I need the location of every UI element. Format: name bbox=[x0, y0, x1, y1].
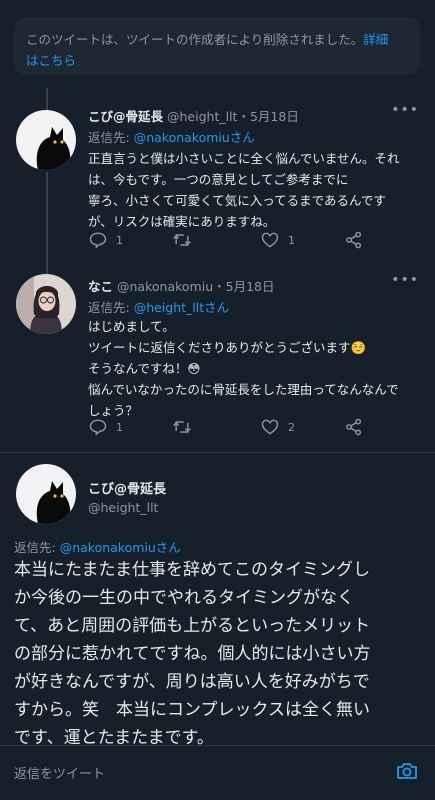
thread-line-top bbox=[46, 88, 48, 110]
separator: ・ bbox=[237, 109, 250, 124]
like-button[interactable]: 1 bbox=[260, 229, 295, 251]
more-icon[interactable]: ••• bbox=[391, 102, 419, 118]
reply-count: 1 bbox=[116, 233, 123, 247]
reply-icon bbox=[89, 232, 107, 249]
share-button[interactable] bbox=[344, 416, 364, 438]
tweet-text: 正直言うと僕は小さいことに全く悩んでいません。それは、今もです。一つの意見として… bbox=[88, 151, 400, 229]
reply-count: 1 bbox=[116, 420, 123, 434]
main-author-name[interactable]: こび@骨延長 bbox=[88, 478, 166, 497]
share-button[interactable] bbox=[344, 229, 364, 251]
reply-button[interactable]: 1 bbox=[88, 416, 123, 438]
tweet-header: こび@骨延長 @height_llt・5月18日 bbox=[88, 106, 299, 125]
retweet-button[interactable] bbox=[172, 416, 200, 438]
avatar-kobi-main[interactable] bbox=[16, 464, 76, 524]
like-count: 1 bbox=[288, 233, 295, 247]
share-icon bbox=[346, 231, 362, 249]
tweet-text: はじめまして。 ツイートに返信くださりありがとうございます☺️ そうなんですね！… bbox=[88, 319, 399, 418]
main-tweet-text: 本当にたまたま仕事を辞めてこのタイミングし か今後の一生の中でやれるタイミングが… bbox=[14, 560, 371, 748]
like-icon bbox=[261, 232, 279, 248]
tweet-actions: 1 1 bbox=[88, 229, 378, 251]
share-icon bbox=[346, 418, 362, 436]
author-name[interactable]: なこ bbox=[88, 279, 113, 294]
notice-text: このツイートは、ツイートの作成者により削除されました。 bbox=[26, 32, 364, 47]
tweet-header: なこ @nakonakomiu・5月18日 bbox=[88, 276, 275, 295]
like-count: 2 bbox=[288, 420, 295, 434]
reply-button[interactable]: 1 bbox=[88, 229, 123, 251]
reply-icon bbox=[89, 419, 107, 436]
reply-to-label: 返信先: bbox=[88, 300, 134, 315]
like-button[interactable]: 2 bbox=[260, 416, 295, 438]
deleted-tweet-notice: このツイートは、ツイートの作成者により削除されました。詳細 はこちら bbox=[14, 17, 420, 75]
tweet-actions: 1 2 bbox=[88, 416, 378, 438]
reply-to-link[interactable]: @nakonakomiuさん bbox=[134, 130, 255, 145]
reply-to: 返信先: @nakonakomiuさん bbox=[88, 127, 255, 146]
thread-line-middle bbox=[46, 172, 48, 274]
author-handle[interactable]: @height_llt bbox=[167, 109, 237, 124]
tweet-date[interactable]: 5月18日 bbox=[226, 279, 275, 294]
main-reply-to: 返信先: @nakonakomiuさん bbox=[14, 537, 181, 556]
avatar-nako[interactable] bbox=[16, 274, 76, 334]
tweet-date[interactable]: 5月18日 bbox=[250, 109, 299, 124]
divider bbox=[0, 452, 435, 453]
separator: ・ bbox=[213, 279, 226, 294]
reply-to-link[interactable]: @nakonakomiuさん bbox=[60, 540, 181, 555]
reply-to-label: 返信先: bbox=[14, 540, 60, 555]
avatar-kobi[interactable] bbox=[16, 110, 76, 170]
reply-composer: 返信をツイート bbox=[0, 745, 435, 800]
reply-to-label: 返信先: bbox=[88, 130, 134, 145]
more-icon[interactable]: ••• bbox=[391, 272, 419, 288]
camera-icon[interactable] bbox=[395, 759, 419, 783]
reply-to: 返信先: @height_lltさん bbox=[88, 297, 229, 316]
author-name[interactable]: こび@骨延長 bbox=[88, 109, 163, 124]
retweet-icon bbox=[173, 421, 191, 433]
like-icon bbox=[261, 419, 279, 435]
reply-input[interactable]: 返信をツイート bbox=[14, 763, 105, 782]
reply-to-link[interactable]: @height_lltさん bbox=[134, 300, 229, 315]
notice-details-link-continued[interactable]: はこちら bbox=[26, 53, 76, 68]
retweet-button[interactable] bbox=[172, 229, 200, 251]
author-handle[interactable]: @nakonakomiu bbox=[117, 279, 213, 294]
main-author-handle[interactable]: @height_llt bbox=[88, 500, 158, 515]
notice-details-link[interactable]: 詳細 bbox=[363, 32, 388, 47]
retweet-icon bbox=[173, 234, 191, 246]
